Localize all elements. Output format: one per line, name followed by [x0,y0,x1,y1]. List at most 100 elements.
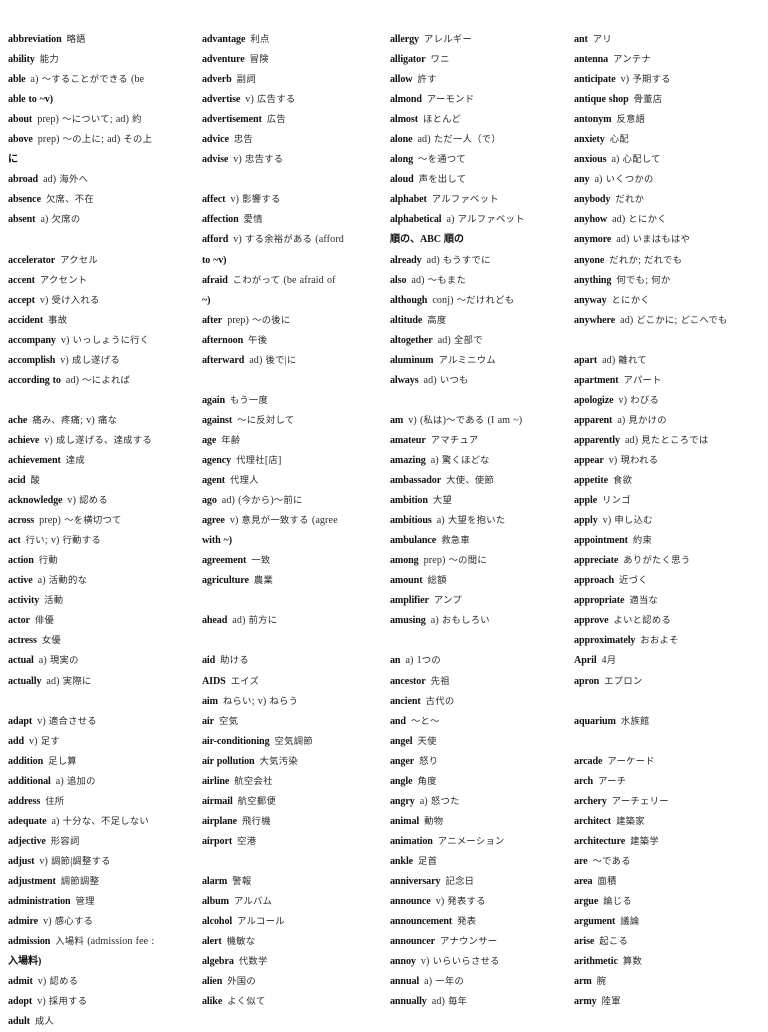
vocabulary-entry: ambassador 大使、使節 [390,471,566,491]
gloss-japanese-run: ～の後に [252,314,291,326]
gloss-japanese-run: 海外へ [59,174,89,186]
gloss-japanese-run: する余裕がある [245,234,313,246]
entry-gloss: a) 驚くほどな [431,455,490,466]
gloss-japanese-run: ただ一人（で） [433,134,501,146]
gloss-latin-run: v) [233,234,245,246]
entry-headword: affect [201,194,226,206]
gloss-japanese-run: 適合させる [48,715,97,727]
entry-headword: announcement [389,916,453,928]
entry-gloss: 空気調節 [275,736,313,747]
entry-spacer [202,591,382,611]
entry-gloss: アンプ [434,595,462,606]
entry-gloss: v) 忠告する [233,154,283,165]
entry-headword: accept [8,294,35,306]
vocabulary-entry: achieve v) 成し遂げる、達成する [8,431,194,451]
vocabulary-entry: any a) いくつかの [574,170,760,190]
vocabulary-entry: air 空気 [202,712,382,732]
gloss-japanese-run: 行動する [62,535,101,547]
entry-headword: am [389,414,404,426]
entry-gloss: 能力 [40,54,59,65]
gloss-japanese-run: アルミニウム [438,354,496,366]
gloss-latin-run: v) [233,154,246,166]
entry-gloss: ほとんど [423,114,461,125]
entry-headword: architecture [574,835,626,847]
gloss-latin-run: ad) [232,615,249,627]
gloss-japanese-run: 成人 [34,1016,55,1028]
entry-gloss: ad) 毎年 [432,996,468,1007]
entry-gloss: 陸軍 [602,996,621,1007]
entry-headword: appointment [574,535,628,547]
gloss-japanese-run: ねらう [269,695,299,707]
entry-headword: approve [574,615,609,627]
gloss-japanese-run: 骨董店 [633,94,663,106]
gloss-japanese-run: 痛な [98,414,118,426]
gloss-japanese-run: いまはもはや [632,234,691,246]
entry-gloss: 救急車 [441,535,470,546]
entry-gloss: 行動 [39,555,58,566]
vocabulary-entry: apply v) 申し込む [574,511,760,531]
gloss-japanese-run: 代理人 [230,475,259,487]
gloss-latin-run: a) [38,655,50,667]
vocabulary-entry: army 陸軍 [574,992,760,1012]
gloss-latin-run: (be [127,74,145,86]
vocabulary-entry: adequate a) 十分な、不足しない [8,812,194,832]
gloss-japanese-run: どこかに [636,314,675,326]
entry-headword: animation [389,835,433,847]
gloss-latin-run: a) [55,775,67,787]
gloss-latin-run: v) ( [408,414,424,426]
vocabulary-entry: appropriate 適当な [574,591,760,611]
gloss-japanese-run: わびる [630,394,660,406]
vocabulary-entry: address 住所 [8,792,194,812]
gloss-japanese-run: アルファベット [457,214,525,226]
entry-headword: anything [574,274,612,286]
entry-gloss: ～を通つて [418,154,466,165]
vocabulary-entry: anymore ad) いまはもはや [574,230,760,250]
gloss-japanese-run: 先祖 [430,675,450,687]
vocabulary-entry: alone ad) ただ一人（で） [390,130,566,150]
gloss-japanese-run: 大望 [432,495,453,507]
entry-headword: agency [201,454,232,466]
vocabulary-entry: adult 成人 [8,1012,194,1032]
gloss-japanese-run: 午後 [248,334,268,346]
vocabulary-entry: appetite 食欲 [574,471,760,491]
gloss-japanese-run: おおよそ [640,635,679,647]
gloss-japanese-run: エプロン [604,675,643,687]
entry-headword: accomplish [8,354,56,366]
gloss-japanese-run: 高度 [427,314,447,326]
vocabulary-entry: accompany v) いっしょうに行く [8,331,194,351]
entry-headword: an [389,655,401,667]
gloss-japanese-run: 申し込む [614,515,653,527]
entry-gloss: 利点 [250,34,269,45]
entry-headword: 入場料) [8,956,42,968]
gloss-japanese-run: 約束 [632,535,653,547]
gloss-latin-run: a) [30,74,42,86]
entry-gloss: 達成 [66,455,85,466]
gloss-japanese-run: 飛行機 [242,815,271,827]
gloss-japanese-run: 外国の [227,976,256,988]
entry-gloss: ad) 見たところでは [625,435,709,446]
entry-headword: admire [8,916,39,928]
vocabulary-entry: almond アーモンド [390,90,566,110]
vocabulary-column-4: ant アリ antenna アンテナ anticipate v) 予期する antique… [570,30,764,1012]
entry-gloss: ～と～ [411,716,440,727]
entry-gloss: a) いくつかの [594,174,653,185]
entry-headword: appear [574,454,604,466]
entry-gloss: a) 1つの [405,655,441,666]
entry-headword: addition [8,755,44,767]
gloss-japanese-run: 足す [40,735,60,747]
vocabulary-entry: archery アーチェリー [574,792,760,812]
entry-gloss: a) 十分な、不足しない [51,816,149,827]
gloss-japanese-run: アーチェリー [611,795,669,807]
entry-gloss: 行い; v) 行動する [26,535,101,546]
gloss-latin-run: a) [446,214,458,226]
entry-gloss: 角度 [417,776,436,787]
entry-gloss: 起こる [599,936,628,947]
entry-gloss: アパート [624,375,662,386]
entry-headword: allergy [389,34,419,45]
gloss-japanese-run: 女優 [41,635,62,647]
entry-headword: advertise [201,94,241,106]
vocabulary-entry: apple リンゴ [574,491,760,511]
vocabulary-entry: announce v) 発表する [390,892,566,912]
gloss-japanese-run: アクセント [39,274,88,286]
entry-headword: anticipate [574,74,616,86]
